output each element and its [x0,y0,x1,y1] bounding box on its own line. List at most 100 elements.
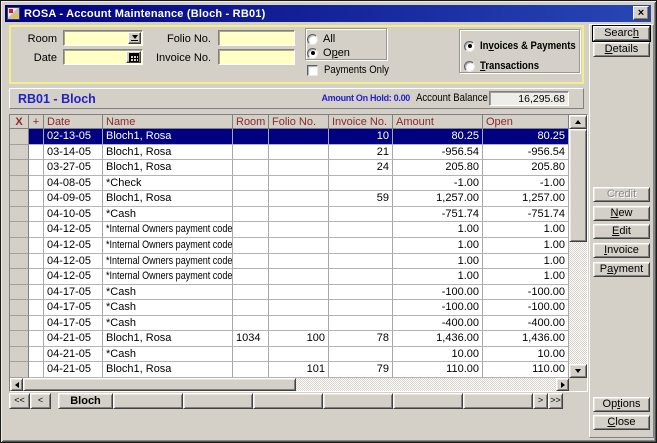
cell-expand[interactable] [29,207,44,223]
date-input[interactable] [63,49,143,65]
column-header-invoice[interactable]: Invoice No. [329,115,393,129]
scroll-down-icon[interactable] [569,364,587,378]
cell-expand[interactable] [29,238,44,254]
cell-expand[interactable] [29,129,44,145]
table-row[interactable]: 04-12-05*Internal Owners payment code1.0… [10,238,569,254]
cell-expand[interactable] [29,285,44,301]
row-indicator[interactable] [10,285,29,301]
table-row[interactable]: 04-09-05Bloch1, Rosa591,257.001,257.00 [10,191,569,207]
row-indicator[interactable] [10,331,29,347]
row-indicator[interactable] [10,145,29,161]
room-input[interactable] [63,30,143,46]
tab-last-button[interactable]: >> [548,393,563,409]
table-row[interactable]: 04-17-05*Cash-400.00-400.00 [10,316,569,332]
row-indicator[interactable] [10,300,29,316]
column-header-amount[interactable]: Amount [393,115,483,129]
room-dropdown-icon[interactable] [128,32,141,44]
scroll-up-icon[interactable] [569,115,587,129]
table-row[interactable]: 04-12-05*Internal Owners payment code1.0… [10,254,569,270]
payments-only-checkbox[interactable]: Payments Only [307,64,399,76]
column-header-room[interactable]: Room [233,115,269,129]
edit-button[interactable]: Edit [593,224,650,239]
table-row[interactable]: 03-27-05Bloch1, Rosa24205.80205.80 [10,160,569,176]
options-button[interactable]: Options [593,397,650,412]
close-button[interactable]: Close [593,415,650,430]
row-indicator[interactable] [10,176,29,192]
row-indicator[interactable] [10,316,29,332]
cell-expand[interactable] [29,269,44,285]
cell-expand[interactable] [29,316,44,332]
new-button[interactable]: New [593,206,650,221]
table-row[interactable]: 02-13-05Bloch1, Rosa1080.2580.25 [10,129,569,145]
row-indicator[interactable] [10,254,29,270]
radio-all-icon[interactable] [307,34,318,45]
column-header-folio[interactable]: Folio No. [269,115,329,129]
tab-next-button[interactable]: > [533,393,548,409]
payment-button[interactable]: Payment [593,262,650,277]
column-header-open[interactable]: Open [483,115,569,129]
calendar-icon[interactable] [126,51,141,63]
table-row[interactable]: 04-12-05*Internal Owners payment code1.0… [10,222,569,238]
table-row[interactable]: 04-12-05*Internal Owners payment code1.0… [10,269,569,285]
radio-transactions-icon[interactable] [464,61,475,72]
tab-empty[interactable] [463,393,533,409]
scroll-left-icon[interactable] [10,378,23,391]
column-header-plus[interactable]: + [29,115,44,129]
radio-open-icon[interactable] [307,48,318,59]
table-row[interactable]: 04-21-05Bloch1, Rosa1034100781,436.001,4… [10,331,569,347]
column-header-x[interactable]: X [10,115,29,129]
vertical-scroll-thumb[interactable] [569,129,587,242]
table-row[interactable]: 04-21-05*Cash10.0010.00 [10,347,569,363]
table-row[interactable]: 04-10-05*Cash-751.74-751.74 [10,207,569,223]
column-header-date[interactable]: Date [44,115,103,129]
credit-button[interactable]: Credit [593,187,650,202]
cell-expand[interactable] [29,191,44,207]
horizontal-scrollbar[interactable] [10,378,569,391]
tab-prev-button[interactable]: < [30,393,51,409]
folio-input[interactable] [218,30,295,46]
cell-expand[interactable] [29,300,44,316]
row-indicator[interactable] [10,160,29,176]
cell-expand[interactable] [29,176,44,192]
horizontal-scroll-thumb[interactable] [23,378,296,391]
tab-empty[interactable] [323,393,393,409]
tab-empty[interactable] [393,393,463,409]
radio-invoices-payments-icon[interactable] [464,41,475,52]
cell-expand[interactable] [29,347,44,363]
table-row[interactable]: 03-14-05Bloch1, Rosa21-956.54-956.54 [10,145,569,161]
row-indicator[interactable] [10,129,29,145]
table-row[interactable]: 04-17-05*Cash-100.00-100.00 [10,300,569,316]
table-row[interactable]: 04-21-05Bloch1, Rosa10179110.00110.00 [10,362,569,378]
radio-all[interactable]: All [307,33,335,45]
cell-expand[interactable] [29,362,44,378]
cell-expand[interactable] [29,145,44,161]
scroll-right-icon[interactable] [556,378,569,391]
table-row[interactable]: 04-17-05*Cash-100.00-100.00 [10,285,569,301]
tab-first-button[interactable]: << [9,393,30,409]
row-indicator[interactable] [10,347,29,363]
cell-expand[interactable] [29,222,44,238]
cell-expand[interactable] [29,160,44,176]
cell-expand[interactable] [29,254,44,270]
radio-open[interactable]: Open [307,47,350,59]
invoice-button[interactable]: Invoice [593,243,650,258]
invoice-input[interactable] [218,49,295,65]
row-indicator[interactable] [10,238,29,254]
close-icon[interactable]: × [633,6,649,20]
cell-expand[interactable] [29,331,44,347]
row-indicator[interactable] [10,269,29,285]
radio-invoices-payments[interactable]: Invoices & Payments [464,40,590,52]
radio-transactions[interactable]: Transactions [464,60,548,72]
row-indicator[interactable] [10,362,29,378]
tab-empty[interactable] [183,393,253,409]
details-button[interactable]: Details [593,42,650,57]
row-indicator[interactable] [10,207,29,223]
tab-empty[interactable] [113,393,183,409]
search-button[interactable]: Search [593,26,650,41]
tab-bloch[interactable]: Bloch [58,393,113,409]
row-indicator[interactable] [10,222,29,238]
vertical-scrollbar[interactable] [569,115,587,378]
column-header-name[interactable]: Name [103,115,233,129]
payments-only-checkbox-icon[interactable] [307,65,318,76]
table-row[interactable]: 04-08-05*Check-1.00-1.00 [10,176,569,192]
